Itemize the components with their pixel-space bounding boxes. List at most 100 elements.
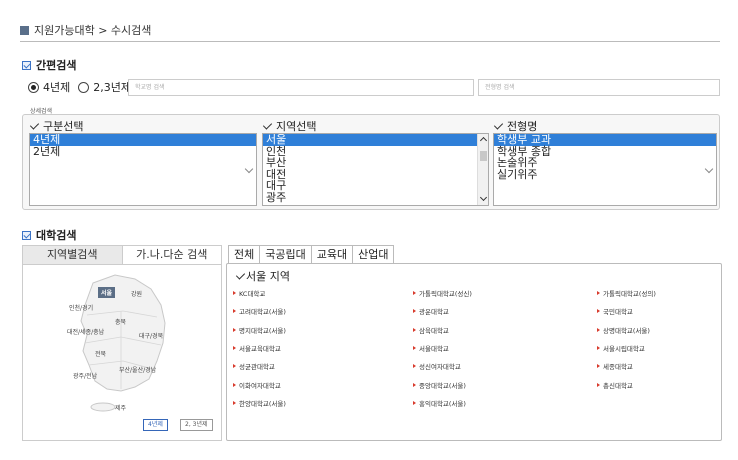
university-link[interactable]: 서울시립대학교 <box>597 343 645 353</box>
university-link[interactable]: 명지대학교(서울) <box>233 325 286 335</box>
map-region-jeonbuk[interactable]: 전북 <box>95 349 106 358</box>
admission-search-input[interactable]: 전형명 검색 <box>478 79 720 96</box>
tab-public[interactable]: 국공립대 <box>259 245 312 263</box>
university-name[interactable]: 상명대학교(서울) <box>603 325 650 335</box>
university-name[interactable]: 세종대학교 <box>603 361 633 371</box>
university-name[interactable]: 명지대학교(서울) <box>239 325 286 335</box>
region-option[interactable]: 부산 <box>263 157 488 169</box>
radio-23year[interactable] <box>78 81 90 93</box>
region-filter-title: 지역선택 <box>276 120 317 133</box>
university-name[interactable]: 이화여자대학교 <box>239 380 281 390</box>
university-name[interactable]: 서울대학교 <box>419 343 449 353</box>
university-link[interactable]: 가톨릭대학교(성신) <box>413 288 472 298</box>
university-link[interactable]: 성신여자대학교 <box>413 361 461 371</box>
map-region-chungbuk[interactable]: 충북 <box>115 317 126 326</box>
scroll-thumb[interactable] <box>480 151 487 161</box>
division-filter: 구분선택 4년제 2년제 <box>29 119 257 206</box>
arrow-bullet-icon <box>233 345 236 350</box>
university-link[interactable]: 총신대학교 <box>597 380 633 390</box>
search-mode-panel: 지역별검색 가.나.다순 검색 서울 강원 인천/경기 충북 대전/세종/충남 … <box>22 245 222 441</box>
region-scrollbar[interactable] <box>477 134 488 205</box>
map-23year-button[interactable]: 2, 3년제 <box>180 419 213 431</box>
university-link[interactable]: 서울대학교 <box>413 343 449 353</box>
arrow-bullet-icon <box>413 400 416 405</box>
university-name[interactable]: 중앙대학교(서울) <box>419 380 466 390</box>
tab-alphabetical-search[interactable]: 가.나.다순 검색 <box>121 246 221 265</box>
university-name[interactable]: 국민대학교 <box>603 306 633 316</box>
map-region-seoul[interactable]: 서울 <box>98 287 116 298</box>
university-name[interactable]: 서울교육대학교 <box>239 343 281 353</box>
map-4year-button[interactable]: 4년제 <box>143 419 168 431</box>
chevron-down-icon[interactable] <box>479 193 488 202</box>
radio-23year-label[interactable]: 2,3년제 <box>93 79 131 95</box>
school-type-radios: 4년제 2,3년제 <box>28 79 135 95</box>
admission-option[interactable]: 실기위주 <box>494 168 716 181</box>
map-region-busan-ulsan-gyeongnam[interactable]: 부산/울산/경남 <box>119 365 156 374</box>
university-link[interactable]: 고려대학교(서울) <box>233 306 286 316</box>
map-region-daegu-gyeongbuk[interactable]: 대구/경북 <box>139 331 163 340</box>
arrow-bullet-icon <box>597 327 600 332</box>
korea-map: 서울 강원 인천/경기 충북 대전/세종/충남 대구/경북 전북 광주/전남 부… <box>23 265 221 440</box>
university-link[interactable]: 성균관대학교 <box>233 361 275 371</box>
region-option[interactable]: 인천 <box>263 145 488 158</box>
division-option[interactable]: 4년제 <box>30 134 256 146</box>
university-search-title: 대학검색 <box>22 227 76 243</box>
university-link[interactable]: KC대학교 <box>233 288 265 298</box>
university-link[interactable]: 홍익대학교(서울) <box>413 398 466 408</box>
university-name[interactable]: 가톨릭대학교(성의) <box>603 288 656 298</box>
tab-all[interactable]: 전체 <box>228 245 261 263</box>
tab-region-search[interactable]: 지역별검색 <box>23 246 122 265</box>
university-link[interactable]: 광운대학교 <box>413 306 449 316</box>
radio-4year-label[interactable]: 4년제 <box>43 79 70 95</box>
region-option[interactable]: 대전 <box>263 168 488 181</box>
map-region-jeju[interactable]: 제주 <box>115 403 126 412</box>
tab-industrial[interactable]: 산업대 <box>352 245 395 263</box>
arrow-bullet-icon <box>413 309 416 314</box>
university-link[interactable]: 이화여자대학교 <box>233 380 281 390</box>
university-name[interactable]: 고려대학교(서울) <box>239 306 286 316</box>
check-icon <box>262 120 273 130</box>
university-name[interactable]: 성신여자대학교 <box>419 361 461 371</box>
university-name[interactable]: 홍익대학교(서울) <box>419 398 466 408</box>
arrow-bullet-icon <box>233 400 236 405</box>
map-region-gangwon[interactable]: 강원 <box>131 289 142 298</box>
admission-listbox[interactable]: 학생부 교과 학생부 종합 논술위주 실기위주 <box>493 133 717 206</box>
region-option[interactable]: 서울 <box>263 134 488 146</box>
university-name[interactable]: 광운대학교 <box>419 306 449 316</box>
school-search-input[interactable]: 학교명 검색 <box>128 79 474 96</box>
check-icon <box>235 270 246 280</box>
region-listbox[interactable]: 서울 인천 부산 대전 대구 광주 <box>262 133 489 206</box>
map-region-daejeon-sejong-chungnam[interactable]: 대전/세종/충남 <box>67 327 104 336</box>
university-link[interactable]: 한양대학교(서울) <box>233 398 286 408</box>
university-link[interactable]: 서울교육대학교 <box>233 343 281 353</box>
region-option[interactable]: 대구 <box>263 180 488 192</box>
region-option[interactable]: 광주 <box>263 191 488 204</box>
university-link[interactable]: 상명대학교(서울) <box>597 325 650 335</box>
university-link[interactable]: 삼육대학교 <box>413 325 449 335</box>
map-region-gwangju-jeonnam[interactable]: 광주/전남 <box>73 371 97 380</box>
university-name[interactable]: 삼육대학교 <box>419 325 449 335</box>
region-heading: 서울 지역 <box>235 268 290 284</box>
arrow-bullet-icon <box>597 291 600 295</box>
arrow-bullet-icon <box>233 291 236 295</box>
university-link[interactable]: 가톨릭대학교(성의) <box>597 288 656 298</box>
map-region-incheon-gyeonggi[interactable]: 인천/경기 <box>69 303 93 312</box>
university-name[interactable]: 총신대학교 <box>603 380 633 390</box>
admission-option[interactable]: 학생부 교과 <box>494 134 716 146</box>
division-listbox[interactable]: 4년제 2년제 <box>29 133 257 206</box>
admission-option[interactable]: 논술위주 <box>494 157 716 169</box>
tab-education[interactable]: 교육대 <box>310 245 354 263</box>
radio-4year[interactable] <box>28 81 39 93</box>
university-name[interactable]: 성균관대학교 <box>239 361 275 371</box>
check-icon <box>29 120 40 130</box>
university-name[interactable]: 한양대학교(서울) <box>239 398 286 408</box>
university-link[interactable]: 국민대학교 <box>597 306 633 316</box>
simple-search-title: 간편검색 <box>22 57 76 73</box>
university-name[interactable]: 서울시립대학교 <box>603 343 645 353</box>
university-name[interactable]: KC대학교 <box>239 288 265 298</box>
division-option[interactable]: 2년제 <box>30 145 256 158</box>
university-link[interactable]: 세종대학교 <box>597 361 633 371</box>
chevron-up-icon[interactable] <box>479 136 488 145</box>
university-name[interactable]: 가톨릭대학교(성신) <box>419 288 472 298</box>
university-link[interactable]: 중앙대학교(서울) <box>413 380 466 390</box>
